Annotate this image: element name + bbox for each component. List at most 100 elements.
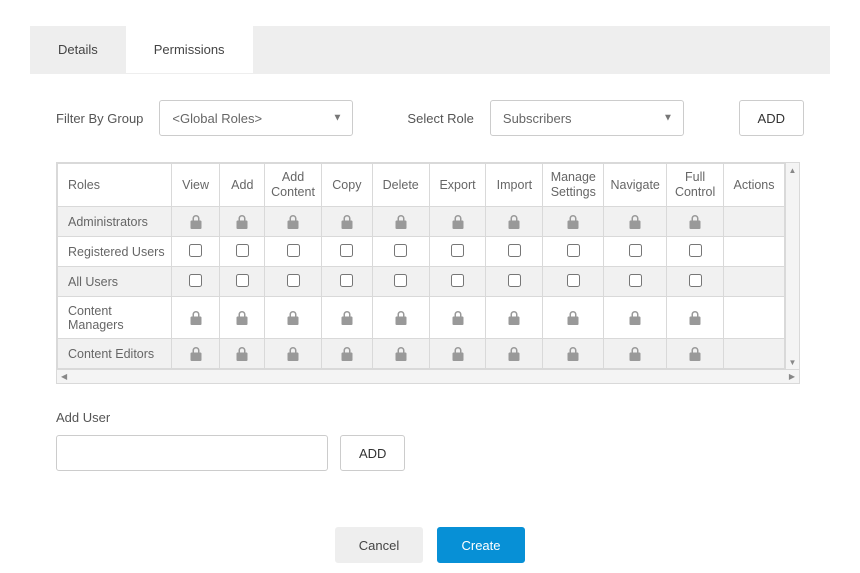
create-button[interactable]: Create [437, 527, 525, 563]
permission-checkbox[interactable] [236, 274, 249, 287]
perm-cell [543, 267, 604, 297]
lock-icon [508, 346, 520, 360]
permission-checkbox[interactable] [340, 274, 353, 287]
permission-checkbox[interactable] [340, 244, 353, 257]
perm-cell [543, 237, 604, 267]
lock-icon [236, 346, 248, 360]
lock-icon [395, 310, 407, 324]
perm-cell [604, 339, 667, 369]
role-name-cell: All Users [58, 267, 172, 297]
lock-icon [287, 214, 299, 228]
perm-cell [667, 297, 724, 339]
perm-cell [429, 207, 486, 237]
tab-details[interactable]: Details [30, 26, 126, 73]
scroll-left-icon: ◀ [61, 372, 67, 381]
perm-cell [604, 297, 667, 339]
perm-cell [372, 267, 429, 297]
select-role-label: Select Role [407, 111, 473, 126]
lock-icon [452, 214, 464, 228]
select-role-select[interactable]: Subscribers ▼ [490, 100, 684, 136]
lock-icon [452, 346, 464, 360]
perm-cell [486, 237, 543, 267]
filter-group-value: <Global Roles> [172, 111, 262, 126]
perm-cell [171, 339, 220, 369]
grid-header-row: Roles View Add Add Content Copy Delete E… [58, 164, 785, 207]
perm-cell [486, 297, 543, 339]
add-user-input[interactable] [56, 435, 328, 471]
scroll-down-icon: ▼ [786, 355, 799, 369]
permission-checkbox[interactable] [567, 244, 580, 257]
perm-cell [220, 297, 265, 339]
perm-cell [667, 207, 724, 237]
add-user-button[interactable]: ADD [340, 435, 405, 471]
table-row: Content Managers [58, 297, 785, 339]
perm-cell [486, 339, 543, 369]
permission-checkbox[interactable] [236, 244, 249, 257]
permission-checkbox[interactable] [394, 244, 407, 257]
filter-row: Filter By Group <Global Roles> ▼ Select … [56, 100, 804, 136]
add-user-section: Add User ADD [56, 410, 804, 471]
col-actions: Actions [724, 164, 785, 207]
perm-cell [429, 297, 486, 339]
permission-checkbox[interactable] [689, 274, 702, 287]
permission-checkbox[interactable] [189, 244, 202, 257]
lock-icon [567, 310, 579, 324]
col-view: View [171, 164, 220, 207]
filter-group-select[interactable]: <Global Roles> ▼ [159, 100, 353, 136]
lock-icon [395, 346, 407, 360]
permission-checkbox[interactable] [394, 274, 407, 287]
cancel-button[interactable]: Cancel [335, 527, 423, 563]
lock-icon [689, 214, 701, 228]
lock-icon [287, 310, 299, 324]
cancel-button-label: Cancel [359, 538, 399, 553]
permission-checkbox[interactable] [629, 274, 642, 287]
permission-checkbox[interactable] [508, 244, 521, 257]
vertical-scrollbar[interactable]: ▲ ▼ [785, 163, 799, 369]
footer-actions: Cancel Create [56, 527, 804, 563]
perm-cell [171, 297, 220, 339]
role-name-cell: Content Managers [58, 297, 172, 339]
lock-icon [508, 310, 520, 324]
lock-icon [341, 214, 353, 228]
permission-checkbox[interactable] [451, 244, 464, 257]
add-role-button[interactable]: ADD [739, 100, 804, 136]
actions-cell [724, 207, 785, 237]
lock-icon [452, 310, 464, 324]
permission-checkbox[interactable] [287, 274, 300, 287]
perm-cell [667, 339, 724, 369]
perm-cell [321, 339, 372, 369]
actions-cell [724, 297, 785, 339]
perm-cell [220, 237, 265, 267]
perm-cell [321, 297, 372, 339]
horizontal-scrollbar[interactable]: ◀ ▶ [56, 370, 800, 384]
permission-checkbox[interactable] [189, 274, 202, 287]
perm-cell [486, 267, 543, 297]
chevron-down-icon: ▼ [333, 113, 343, 124]
col-export: Export [429, 164, 486, 207]
perm-cell [171, 237, 220, 267]
col-copy: Copy [321, 164, 372, 207]
lock-icon [395, 214, 407, 228]
lock-icon [190, 310, 202, 324]
tab-permissions[interactable]: Permissions [126, 26, 253, 73]
perm-cell [667, 267, 724, 297]
perm-cell [604, 207, 667, 237]
tab-details-label: Details [58, 42, 98, 57]
scroll-right-icon: ▶ [789, 372, 795, 381]
perm-cell [321, 207, 372, 237]
filter-group-label: Filter By Group [56, 111, 143, 126]
permission-checkbox[interactable] [508, 274, 521, 287]
create-button-label: Create [461, 538, 500, 553]
permission-checkbox[interactable] [451, 274, 464, 287]
permission-checkbox[interactable] [567, 274, 580, 287]
permission-checkbox[interactable] [629, 244, 642, 257]
col-full-control: Full Control [667, 164, 724, 207]
perm-cell [543, 339, 604, 369]
perm-cell [265, 237, 322, 267]
perm-cell [604, 237, 667, 267]
permission-checkbox[interactable] [689, 244, 702, 257]
permission-checkbox[interactable] [287, 244, 300, 257]
chevron-down-icon: ▼ [663, 113, 673, 124]
scroll-up-icon: ▲ [786, 163, 799, 177]
perm-cell [372, 339, 429, 369]
